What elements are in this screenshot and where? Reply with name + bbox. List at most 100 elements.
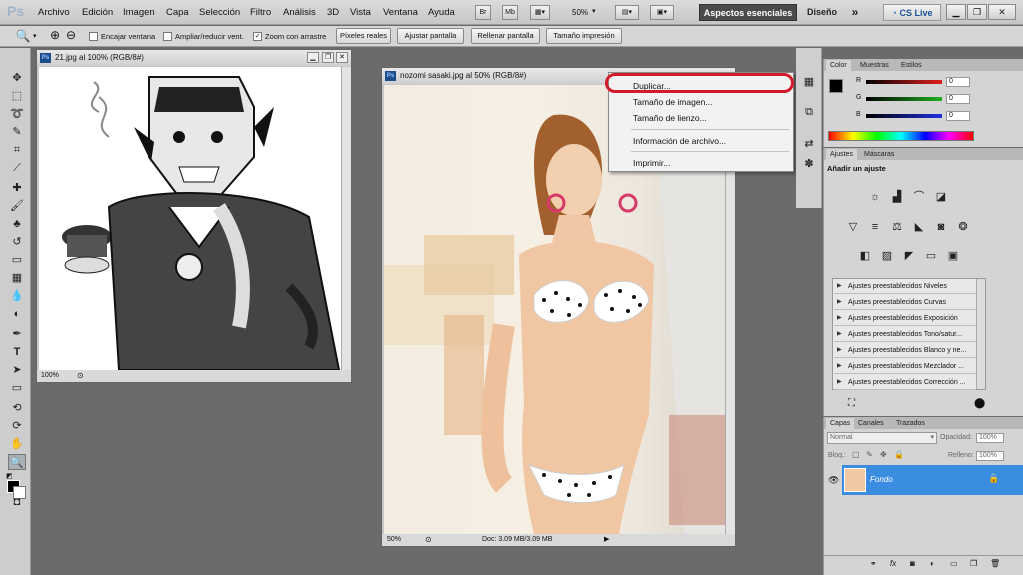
preset-tono-saturacion[interactable]: Ajustes preestablecidos Tono/satur... (834, 327, 976, 342)
type-tool-icon[interactable]: T (8, 344, 26, 360)
mini-bridge-icon[interactable]: ▦ (800, 74, 818, 90)
lock-paint-icon[interactable]: ✎ (866, 450, 873, 459)
menu-ventana[interactable]: Ventana (383, 7, 418, 18)
history-brush-icon[interactable]: ↺ (8, 234, 26, 250)
zoom-field[interactable]: 50% (387, 534, 401, 546)
hand-tool-icon[interactable]: ✋ (8, 436, 26, 452)
zoom-tool-icon[interactable]: 🔍 (14, 28, 32, 44)
zoom-level-select[interactable]: 50% (572, 8, 588, 17)
ajustar-pantalla-button[interactable]: Ajustar pantalla (397, 28, 464, 44)
zoom-in-icon[interactable]: ⊕ (50, 28, 60, 42)
photo-filter-icon[interactable]: ◙ (934, 220, 948, 234)
mini-bridge-button[interactable]: Mb (502, 5, 518, 20)
chevron-down-icon[interactable]: ▾ (592, 7, 596, 15)
tab-ajustes[interactable]: Ajustes (826, 149, 857, 160)
workspace-more[interactable]: » (846, 4, 864, 21)
tab-estilos[interactable]: Estilos (897, 60, 926, 71)
bridge-button[interactable]: Br (475, 5, 491, 20)
exposure-icon[interactable]: ◪ (934, 190, 948, 204)
quick-mask-icon[interactable]: ◘ (8, 494, 26, 510)
tab-mascaras[interactable]: Máscaras (860, 149, 898, 160)
healing-brush-icon[interactable]: ✚ (8, 180, 26, 196)
zoom-out-icon[interactable]: ⊖ (66, 28, 76, 42)
document-title-bar[interactable]: Ps 21.jpg al 100% (RGB/8#) ▁ ❐ ✕ (37, 50, 351, 66)
delete-layer-icon[interactable]: 🗑 (990, 559, 1000, 568)
rellenar-pantalla-button[interactable]: Rellenar pantalla (471, 28, 540, 44)
tab-color[interactable]: Color (826, 60, 851, 71)
workspace-design[interactable]: Diseño (803, 4, 841, 21)
preset-niveles[interactable]: Ajustes preestablecidos Niveles (834, 279, 976, 294)
tab-trazados[interactable]: Trazados (892, 418, 929, 429)
menu-tamano-imagen[interactable]: Tamaño de imagen... (633, 97, 712, 107)
minimize-doc-icon[interactable]: ▁ (307, 52, 319, 63)
document-canvas[interactable] (39, 67, 341, 370)
restore-doc-icon[interactable]: ❐ (322, 52, 334, 63)
menu-ayuda[interactable]: Ayuda (428, 7, 455, 18)
brushes-icon[interactable]: ✽ (800, 156, 818, 172)
marquee-tool-icon[interactable]: ⬚ (8, 88, 26, 104)
channel-r-value[interactable]: 0 (946, 77, 970, 87)
preset-blanco-negro[interactable]: Ajustes preestablecidos Blanco y ne... (834, 343, 976, 358)
tab-capas[interactable]: Capas (826, 418, 855, 429)
lock-transparent-icon[interactable]: ▢ (852, 450, 860, 459)
dodge-tool-icon[interactable]: ◐ (8, 306, 26, 322)
document-window-21[interactable]: Ps 21.jpg al 100% (RGB/8#) ▁ ❐ ✕ 100% ⊙ (36, 49, 352, 383)
menu-seleccion[interactable]: Selección (199, 7, 240, 18)
eraser-tool-icon[interactable]: ▭ (8, 252, 26, 268)
tab-canales[interactable]: Canales (854, 418, 888, 429)
new-layer-icon[interactable]: ❐ (970, 559, 977, 568)
channel-r-slider[interactable] (866, 80, 942, 84)
curves-icon[interactable]: ⌒ (912, 190, 926, 204)
layer-row-fondo[interactable]: Fondo 🔒 (842, 465, 1023, 495)
menu-imprimir[interactable]: Imprimir... (633, 158, 670, 168)
zoom-arrastre-checkbox[interactable]: ✓ (253, 32, 262, 41)
new-group-icon[interactable]: ▭ (950, 559, 958, 568)
screen-mode-icon[interactable]: ▣▾ (650, 5, 674, 20)
menu-3d[interactable]: 3D (327, 7, 339, 18)
add-mask-icon[interactable]: ◙ (910, 559, 915, 568)
tab-muestras[interactable]: Muestras (856, 60, 893, 71)
status-info-icon[interactable]: ⊙ (77, 370, 84, 382)
menu-archivo[interactable]: Archivo (38, 7, 70, 18)
link-layers-icon[interactable]: ⚭ (870, 559, 877, 568)
menu-vista[interactable]: Vista (350, 7, 371, 18)
channel-g-value[interactable]: 0 (946, 94, 970, 104)
3d-orbit-icon[interactable]: ⟳ (8, 418, 26, 434)
quick-select-tool-icon[interactable]: ✎ (8, 124, 26, 140)
fill-value[interactable]: 100% (976, 451, 1004, 461)
visibility-eye-icon[interactable]: 👁 (828, 475, 839, 486)
default-colors-icon[interactable]: ◩ (6, 472, 13, 480)
shape-tool-icon[interactable]: ▭ (8, 380, 26, 396)
encajar-ventana-checkbox[interactable] (89, 32, 98, 41)
menu-capa[interactable]: Capa (166, 7, 189, 18)
history-icon[interactable]: ⧉ (800, 104, 818, 120)
move-tool-icon[interactable]: ✥ (8, 70, 26, 86)
selective-color-icon[interactable]: ▣ (946, 249, 960, 263)
lock-all-icon[interactable]: 🔒 (894, 450, 904, 459)
preset-correccion[interactable]: Ajustes preestablecidos Corrección ... (834, 375, 976, 390)
lock-move-icon[interactable]: ✥ (880, 450, 887, 459)
pixeles-reales-button[interactable]: Píxeles reales (336, 28, 391, 44)
invert-icon[interactable]: ◧ (858, 249, 872, 263)
3d-rotate-icon[interactable]: ⟲ (8, 400, 26, 416)
close-doc-icon[interactable]: ✕ (336, 52, 348, 63)
arrange-documents-icon[interactable]: ▤▾ (615, 5, 639, 20)
threshold-icon[interactable]: ◤ (902, 249, 916, 263)
view-extras-icon[interactable]: ▦▾ (530, 5, 550, 20)
minimize-icon[interactable]: ▁ (946, 4, 966, 20)
opacity-value[interactable]: 100% (976, 433, 1004, 443)
status-arrow-icon[interactable]: ▶ (604, 534, 609, 546)
black-white-icon[interactable]: ◣ (912, 220, 926, 234)
lasso-tool-icon[interactable]: ➰ (8, 106, 26, 122)
gradient-tool-icon[interactable]: ▦ (8, 270, 26, 286)
channel-b-value[interactable]: 0 (946, 111, 970, 121)
close-icon[interactable]: ✕ (988, 4, 1016, 20)
gradient-map-icon[interactable]: ▭ (924, 249, 938, 263)
color-ramp[interactable] (828, 131, 974, 141)
pen-tool-icon[interactable]: ✒ (8, 326, 26, 342)
menu-edicion[interactable]: Edición (82, 7, 113, 18)
path-select-icon[interactable]: ➤ (8, 362, 26, 378)
channel-g-slider[interactable] (866, 97, 942, 101)
menu-analisis[interactable]: Análisis (283, 7, 316, 18)
clip-icon[interactable]: ⬤ (974, 398, 985, 409)
